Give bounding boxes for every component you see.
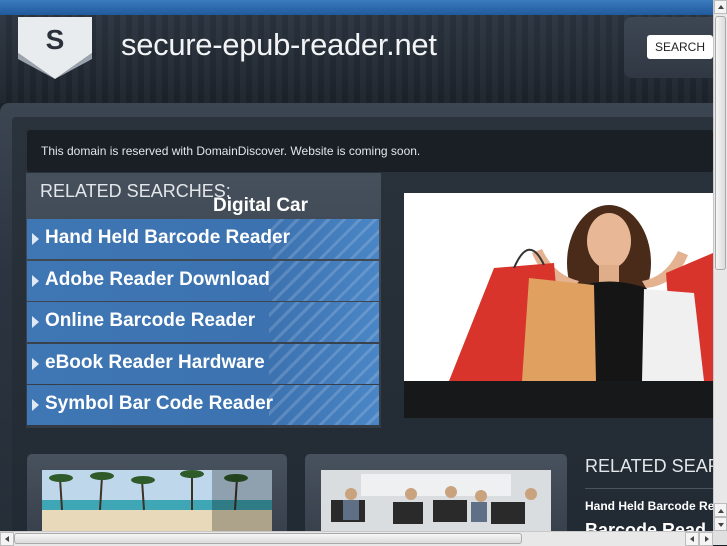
site-logo-icon[interactable]: S — [18, 17, 92, 79]
related-search-link[interactable]: Hand Held Barcode Rea — [585, 499, 721, 513]
site-title[interactable]: secure-epub-reader.net — [121, 27, 437, 63]
vertical-scrollbar[interactable] — [713, 0, 727, 531]
horizontal-scrollbar[interactable] — [0, 531, 713, 546]
shopping-woman-image — [404, 193, 713, 381]
chevron-pattern-icon — [269, 260, 379, 301]
divider — [585, 488, 713, 489]
scroll-down-small-button[interactable] — [714, 503, 727, 517]
promo-banner[interactable] — [404, 193, 713, 418]
related-search-item[interactable]: Hand Held Barcode Reader — [27, 219, 379, 259]
chevron-pattern-icon — [269, 385, 379, 425]
related-searches-list: Hand Held Barcode Reader Adobe Reader Do… — [27, 219, 379, 427]
related-search-item[interactable]: Adobe Reader Download — [27, 260, 379, 301]
related-search-item[interactable]: eBook Reader Hardware — [27, 343, 379, 384]
beach-thumbnail-image[interactable] — [42, 470, 272, 531]
scroll-down-button[interactable] — [714, 517, 727, 531]
classroom-thumbnail-image[interactable] — [321, 470, 551, 531]
triangle-right-icon — [32, 274, 39, 287]
chevron-pattern-icon — [269, 343, 379, 384]
arrow-right-icon — [705, 536, 709, 542]
arrow-left-icon — [690, 536, 694, 542]
scroll-right-button[interactable] — [699, 532, 713, 546]
search-button[interactable]: SEARCH — [647, 35, 713, 59]
related-search-label[interactable]: Symbol Bar Code Reader — [45, 393, 273, 415]
promo-caption[interactable]: Digital Car — [213, 195, 308, 217]
related-search-item[interactable]: Online Barcode Reader — [27, 302, 379, 342]
related-search-label[interactable]: Adobe Reader Download — [45, 269, 270, 291]
scroll-left-small-button[interactable] — [685, 532, 699, 546]
arrow-down-icon — [718, 523, 724, 527]
related-search-label[interactable]: Hand Held Barcode Reader — [45, 227, 290, 249]
scroll-left-button[interactable] — [0, 532, 14, 546]
vertical-scroll-thumb[interactable] — [715, 16, 726, 270]
arrow-left-icon — [5, 536, 9, 542]
triangle-right-icon — [32, 399, 39, 411]
triangle-right-icon — [32, 357, 39, 370]
top-accent-bar — [0, 0, 727, 15]
arrow-up-icon — [718, 5, 724, 9]
notice-text: This domain is reserved with DomainDisco… — [41, 144, 421, 158]
related-searches-title-2: RELATED SEAR — [585, 456, 721, 476]
triangle-right-icon — [32, 233, 39, 245]
promo-caption-band — [404, 381, 713, 418]
related-searches-title: RELATED SEARCHES: — [40, 181, 231, 201]
scroll-up-button[interactable] — [714, 0, 727, 14]
related-search-label[interactable]: eBook Reader Hardware — [45, 352, 265, 374]
triangle-right-icon — [32, 316, 39, 328]
horizontal-scroll-thumb[interactable] — [14, 533, 522, 544]
scrollbar-corner — [713, 531, 727, 545]
logo-letter: S — [46, 24, 65, 55]
chevron-pattern-icon — [269, 302, 379, 342]
related-search-label[interactable]: Online Barcode Reader — [45, 310, 255, 332]
related-search-item[interactable]: Symbol Bar Code Reader — [27, 385, 379, 425]
arrow-up-icon — [718, 509, 724, 513]
